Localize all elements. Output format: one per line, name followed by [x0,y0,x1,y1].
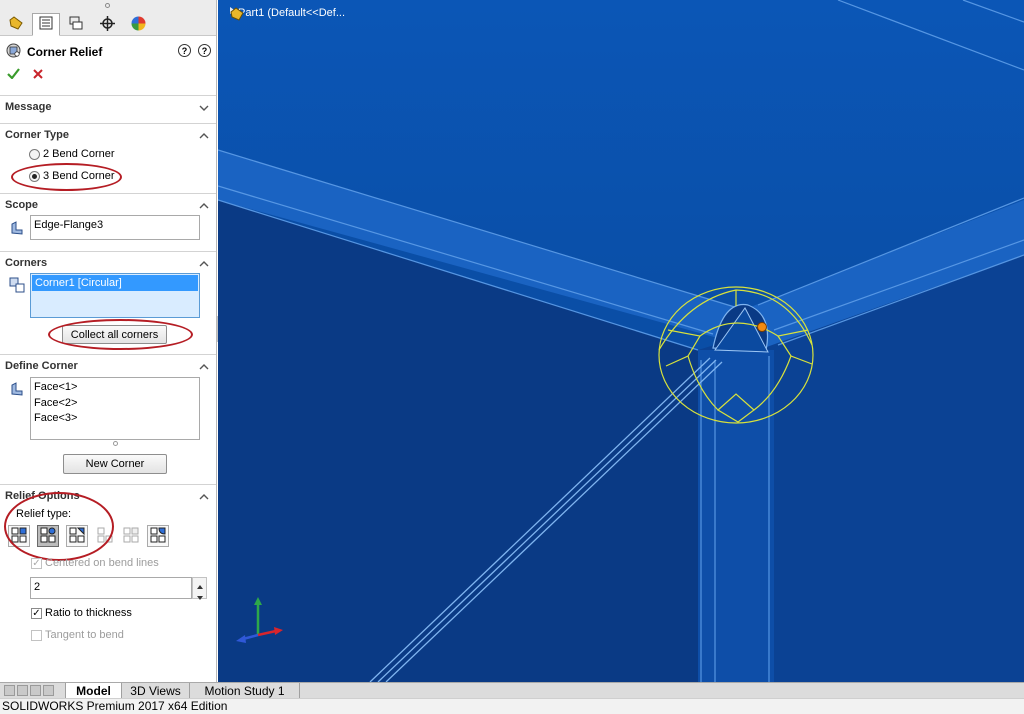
collect-all-corners-button[interactable]: Collect all corners [62,325,167,344]
section-title: Message [5,100,52,113]
panel-grip-icon[interactable] [105,3,110,8]
feature-tree-node[interactable]: Part1 (Default<<Def... [230,7,345,21]
fillet-relief-icon [150,527,166,546]
section-title: Relief Options [5,489,80,502]
section-title: Corner Type [5,128,69,141]
radio-2-bend-corner[interactable]: 2 Bend Corner [29,148,115,160]
tear-relief-icon [69,527,85,546]
next-tab-button[interactable] [30,685,41,696]
tab-motion-study[interactable]: Motion Study 1 [190,683,300,699]
value-spinner[interactable] [192,577,207,600]
chevron-up-icon[interactable] [199,130,209,142]
radio-3-bend-corner[interactable]: 3 Bend Corner [29,170,115,182]
model-tab-bar: Model 3D Views Motion Study 1 [0,682,1024,699]
chevron-down-icon[interactable] [199,102,209,114]
spin-down-icon[interactable] [197,591,203,603]
relief-tear-button[interactable] [66,525,88,547]
chevron-up-icon[interactable] [199,200,209,212]
chevron-up-icon[interactable] [199,491,209,503]
tab-model[interactable]: Model [65,683,122,699]
corner-type-section-header[interactable]: Corner Type [0,123,216,145]
resize-grip-icon[interactable] [113,441,118,446]
color-wheel-icon [131,16,146,34]
relief-value-field[interactable]: 2 [30,577,192,599]
scope-section-header[interactable]: Scope [0,193,216,215]
configuration-manager-tab[interactable] [62,13,90,36]
configuration-manager-icon [69,16,83,33]
feature-manager-tab[interactable] [2,13,30,36]
page-title: Corner Relief [27,45,103,59]
checkbox-label: Tangent to bend [45,629,124,641]
checkbox-label: Ratio to thickness [45,607,132,619]
corner-selection-icon [9,277,25,296]
whats-wrong-icon[interactable]: ? [178,44,191,57]
relief-type-label: Relief type: [16,508,72,520]
faces-list[interactable]: Face<1> Face<2> Face<3> [30,377,200,440]
radio-label: 3 Bend Corner [43,170,115,182]
help-icon[interactable]: ? [198,44,211,57]
full-round-relief-icon [123,527,139,546]
define-corner-section-header[interactable]: Define Corner [0,354,216,376]
property-manager-tab[interactable] [32,13,60,36]
dimxpert-manager-tab[interactable] [93,13,121,36]
prev-tab-button[interactable] [17,685,28,696]
section-title: Scope [5,198,39,211]
scope-value: Edge-Flange3 [34,219,104,231]
radio-button[interactable] [29,148,40,160]
corners-section-header[interactable]: Corners [0,251,216,273]
checkbox-box[interactable]: ✓ [31,607,42,619]
centered-on-bend-lines-checkbox[interactable]: ✓ Centered on bend lines [31,557,159,569]
radio-button[interactable] [29,170,40,182]
ok-checkmark-icon[interactable] [7,68,20,82]
corner-relief-icon [6,43,21,61]
relief-full-round-button[interactable] [120,525,142,547]
help-group: ? ? [178,44,211,57]
tangent-to-bend-checkbox[interactable]: Tangent to bend [31,629,124,641]
section-title: Define Corner [5,359,78,372]
property-manager-panel: Corner Relief ? ? Message Corner Type 2 … [0,0,217,682]
face-selection-icon [9,381,25,400]
message-section-header[interactable]: Message [0,95,216,117]
feature-manager-icon [8,16,24,33]
scope-field[interactable]: Edge-Flange3 [30,215,200,240]
ratio-to-thickness-checkbox[interactable]: ✓ Ratio to thickness [31,607,132,619]
relief-fillet-button[interactable] [147,525,169,547]
tab-3d-views[interactable]: 3D Views [122,683,190,699]
list-item[interactable]: Corner1 [Circular] [32,275,198,291]
chevron-up-icon[interactable] [199,361,209,373]
section-title: Corners [5,256,48,269]
rectangular-relief-icon [11,527,27,546]
constant-width-relief-icon [97,527,113,546]
panel-tab-strip [0,0,216,36]
graphics-viewport[interactable]: Part1 (Default<<Def... [218,0,1024,682]
circular-relief-icon [40,527,56,546]
status-bar: SOLIDWORKS Premium 2017 x64 Edition [0,698,1024,714]
relief-circular-button[interactable] [37,525,59,547]
cancel-x-icon[interactable] [33,69,43,82]
list-item[interactable]: Face<3> [34,411,196,427]
first-tab-button[interactable] [4,685,15,696]
sheet-metal-model [218,0,1024,682]
last-tab-button[interactable] [43,685,54,696]
relief-value: 2 [34,581,41,593]
property-manager-icon [39,16,53,33]
radio-label: 2 Bend Corner [43,148,115,160]
new-corner-button[interactable]: New Corner [63,454,167,474]
body-selection-icon [9,220,25,239]
tree-node-label: Part1 (Default<<Def... [238,7,345,19]
display-manager-tab[interactable] [124,13,152,36]
chevron-up-icon[interactable] [199,258,209,270]
crosshair-icon [99,15,115,34]
relief-rectangular-button[interactable] [8,525,30,547]
list-item[interactable]: Face<2> [34,396,196,412]
corners-list[interactable]: Corner1 [Circular] [30,273,200,318]
relief-constant-width-button[interactable] [94,525,116,547]
property-manager-header: Corner Relief ? ? [6,43,211,61]
status-text: SOLIDWORKS Premium 2017 x64 Edition [2,699,228,713]
checkbox-label: Centered on bend lines [45,557,159,569]
relief-options-section-header[interactable]: Relief Options [0,484,216,506]
checkbox-box[interactable] [31,629,42,641]
list-item[interactable]: Face<1> [34,380,196,396]
checkbox-box[interactable]: ✓ [31,557,42,569]
